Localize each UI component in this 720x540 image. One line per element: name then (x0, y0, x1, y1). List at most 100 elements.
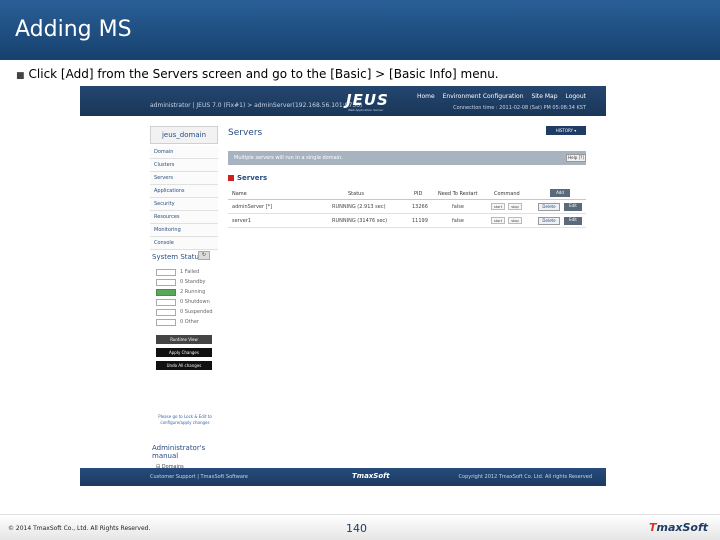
info-bar: Multiple servers will run in a single do… (228, 151, 586, 165)
add-button[interactable]: Add (550, 189, 570, 197)
sidebar-item-monitoring[interactable]: Monitoring (150, 224, 218, 237)
info-text: Multiple servers will run in a single do… (234, 155, 343, 161)
table-row: adminServer [*] RUNNING (2.913 sec) 1326… (228, 200, 586, 214)
main-panel: Servers HISTORY ▾ ▤▦▣ Multiple servers w… (228, 126, 594, 466)
page-number: 140 (346, 522, 367, 535)
sidebar-item-security[interactable]: Security (150, 198, 218, 211)
server-restart: false (452, 204, 464, 210)
delete-button[interactable]: Delete (538, 217, 560, 225)
status-row-shutdown: 0 Shutdown (156, 299, 216, 307)
lock-edit-note[interactable]: Please go to Lock & Edit to configure/ap… (156, 414, 214, 426)
footer-links[interactable]: Customer Support | TmaxSoft Software (150, 474, 248, 480)
server-pid: 11199 (412, 218, 428, 224)
status-row-suspended: 0 Suspended (156, 309, 216, 317)
status-indicator (156, 309, 176, 316)
delete-button[interactable]: Delete (538, 203, 560, 211)
status-count: 0 (180, 309, 184, 315)
slide-footer: © 2014 TmaxSoft Co., Ltd. All Rights Res… (0, 514, 720, 540)
servers-table: Name Status PID Need To Restart Command … (228, 188, 586, 228)
status-label: Other (184, 319, 199, 325)
top-nav: Home Environment Configuration Site Map … (411, 93, 586, 100)
sidebar-item-applications[interactable]: Applications (150, 185, 218, 198)
status-count: 0 (180, 319, 184, 325)
connection-time: Connection time : 2011-02-08 (Sat) PM 05… (453, 105, 586, 111)
nav-sitemap[interactable]: Site Map (531, 93, 557, 100)
server-pid: 13266 (412, 204, 428, 210)
slide-instruction: ■ Click [Add] from the Servers screen and… (16, 67, 499, 81)
slide-title: Adding MS (15, 17, 132, 42)
status-label: Suspended (184, 309, 213, 315)
edit-button[interactable]: Edit (564, 217, 582, 225)
jeus-logo: JEUS (346, 91, 389, 109)
server-name[interactable]: adminServer [*] (232, 204, 272, 210)
status-indicator (156, 299, 176, 306)
status-label: Standby (184, 279, 206, 285)
runtime-view-button[interactable]: Runtime View (156, 335, 212, 344)
admin-manual-title: Administrator's manual (152, 444, 206, 460)
jeus-logo-sub: Web Application Server (348, 108, 384, 112)
sidebar-item-console[interactable]: Console (150, 237, 218, 250)
domain-name[interactable]: jeus_domain (150, 126, 218, 144)
tool-icons: ▤▦▣ (542, 141, 586, 158)
status-count: 1 (180, 269, 184, 275)
sidebar-item-servers[interactable]: Servers (150, 172, 218, 185)
status-indicator (156, 289, 176, 296)
refresh-icon[interactable]: ↻ (198, 251, 210, 260)
nav-environment[interactable]: Environment Configuration (443, 93, 524, 100)
bullet-icon: ■ (16, 71, 25, 81)
status-row-running: 2 Running (156, 289, 216, 297)
app-footer: Customer Support | TmaxSoft Software Tma… (80, 468, 606, 486)
app-screenshot: administrator | JEUS 7.0 (Fix#1) > admin… (80, 86, 606, 486)
status-count: 2 (180, 289, 184, 295)
slide-header: Adding MS (0, 0, 720, 60)
server-status: RUNNING (2.913 sec) (332, 204, 386, 210)
status-indicator (156, 279, 176, 286)
user-info: administrator | JEUS 7.0 (Fix#1) > admin… (150, 102, 363, 109)
footer-logo: TmaxSoft (352, 472, 390, 480)
col-pid: PID (414, 191, 423, 197)
apply-changes-button[interactable]: Apply Changes (156, 348, 212, 357)
sidebar-item-clusters[interactable]: Clusters (150, 159, 218, 172)
sidebar-item-domain[interactable]: Domain (150, 146, 218, 159)
status-count: 0 (180, 299, 184, 305)
status-label: Running (184, 289, 206, 295)
status-indicator (156, 319, 176, 326)
nav-logout[interactable]: Logout (565, 93, 586, 100)
servers-section-title: Servers (228, 174, 267, 182)
server-status: RUNNING (31476 sec) (332, 218, 388, 224)
sidebar-menu: Domain Clusters Servers Applications Sec… (150, 146, 218, 250)
slide-copyright: © 2014 TmaxSoft Co., Ltd. All Rights Res… (8, 525, 151, 532)
status-row-failed: 1 Failed (156, 269, 216, 277)
footer-copyright: Copyright 2012 TmaxSoft Co. Ltd. All rig… (458, 474, 592, 480)
server-restart: false (452, 218, 464, 224)
table-row: server1 RUNNING (31476 sec) 11199 false … (228, 214, 586, 228)
table-header: Name Status PID Need To Restart Command … (228, 188, 586, 200)
sidebar-item-resources[interactable]: Resources (150, 211, 218, 224)
stop-button[interactable]: stop (508, 203, 522, 210)
col-status: Status (348, 191, 364, 197)
page-title: Servers (228, 128, 263, 138)
status-row-other: 0 Other (156, 319, 216, 327)
status-row-standby: 0 Standby (156, 279, 216, 287)
start-button[interactable]: start (491, 217, 505, 224)
col-restart: Need To Restart (438, 191, 478, 197)
nav-home[interactable]: Home (417, 93, 435, 100)
status-indicator (156, 269, 176, 276)
edit-button[interactable]: Edit (564, 203, 582, 211)
history-button[interactable]: HISTORY ▾ (546, 126, 586, 135)
sidebar: jeus_domain Domain Clusters Servers Appl… (150, 126, 218, 470)
tmaxsoft-logo: TmaxSoft (648, 521, 708, 534)
system-status-title: System Status (152, 253, 203, 261)
start-button[interactable]: start (491, 203, 505, 210)
server-name[interactable]: server1 (232, 218, 251, 224)
status-count: 0 (180, 279, 184, 285)
undo-changes-button[interactable]: Undo All changes (156, 361, 212, 370)
app-top-bar: administrator | JEUS 7.0 (Fix#1) > admin… (80, 86, 606, 116)
instruction-text: Click [Add] from the Servers screen and … (28, 67, 499, 81)
status-label: Failed (184, 269, 200, 275)
help-button[interactable]: Help [?] (566, 154, 586, 162)
status-label: Shutdown (184, 299, 210, 305)
section-marker-icon (228, 175, 234, 181)
col-command: Command (494, 191, 520, 197)
stop-button[interactable]: stop (508, 217, 522, 224)
